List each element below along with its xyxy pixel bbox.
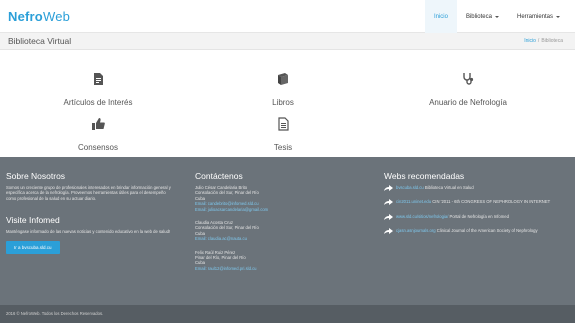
copyright-bar: 2016 © NefroWeb. Todos los Derechos Rese… — [0, 305, 575, 323]
about-section: Sobre Nosotros Somos un creciente grupo … — [6, 171, 176, 254]
resource-tesis[interactable]: Tesis — [193, 117, 373, 152]
web-link-text: CIN '2011 - 6th CONGRESS OF NEPHROLOGY I… — [432, 199, 551, 205]
brand-part-2: Web — [42, 9, 71, 24]
resource-label: Tesis — [273, 143, 293, 152]
nav-item-label: Biblioteca — [465, 13, 492, 20]
web-link-text: Clinical Journal of the American Society… — [436, 228, 538, 234]
resource-libros[interactable]: Libros — [193, 72, 373, 107]
recommended-webs-section: Webs recomendadas bvscuba.sld.cu Bibliot… — [384, 171, 564, 243]
book-icon — [278, 73, 288, 85]
brand-part-1: Nefro — [8, 9, 43, 24]
about-heading: Sobre Nosotros — [6, 171, 66, 181]
resource-grid: Artículos de Interés Libros Anuario de N… — [0, 60, 575, 155]
file-text-icon — [278, 117, 289, 131]
contact-person: Julio César Candelaria Brito Consolación… — [195, 185, 365, 212]
web-link-url[interactable]: www.sld.cu/sitios/nefrologia/ — [396, 214, 448, 219]
page-title-bar: Biblioteca Virtual Inicio / Biblioteca — [0, 33, 575, 50]
web-link-url[interactable]: cin2011.uninet.edu — [396, 199, 431, 204]
webs-heading: Webs recomendadas — [384, 171, 465, 181]
chevron-down-icon — [494, 15, 499, 18]
main-nav: Inicio Biblioteca Herramientas — [424, 0, 569, 33]
visit-text: Manténgase informado de las nuevas notic… — [6, 229, 171, 235]
share-icon — [384, 228, 393, 235]
web-link-text: Portal de Nefrología en Infomed — [449, 213, 509, 219]
nav-item-label: Inicio — [433, 13, 448, 20]
resource-label: Consensos — [77, 143, 119, 152]
nav-item-biblioteca[interactable]: Biblioteca — [457, 0, 508, 33]
web-link-item[interactable]: www.sld.cu/sitios/nefrologia/ Portal de … — [384, 213, 564, 220]
breadcrumb-separator: / — [537, 38, 540, 44]
thumbs-up-icon — [92, 118, 105, 130]
web-link-item[interactable]: cin2011.uninet.edu CIN '2011 - 6th CONGR… — [384, 199, 564, 206]
top-navbar: NefroWeb Inicio Biblioteca Herramientas — [0, 0, 575, 33]
web-link-item[interactable]: cjasn.asnjournals.org Clinical Journal o… — [384, 228, 564, 235]
resource-articulos[interactable]: Artículos de Interés — [8, 72, 188, 107]
web-link-url[interactable]: bvscuba.sld.cu — [396, 185, 424, 190]
contact-heading: Contáctenos — [195, 171, 243, 181]
resource-consensos[interactable]: Consensos — [8, 117, 188, 152]
share-icon — [384, 185, 393, 191]
chevron-down-icon — [556, 15, 560, 18]
nav-item-herramientas[interactable]: Herramientas — [508, 0, 569, 33]
nav-item-label: Herramientas — [516, 13, 553, 20]
contact-email-link[interactable]: Email: raul12@infomed.pri.sld.cu — [195, 266, 365, 271]
site-footer: Sobre Nosotros Somos un creciente grupo … — [0, 157, 575, 305]
resource-anuario[interactable]: Anuario de Nefrología — [378, 72, 558, 107]
resource-label: Artículos de Interés — [63, 98, 133, 107]
resource-label: Anuario de Nefrología — [429, 98, 507, 107]
visit-heading: Visite Infomed — [6, 215, 60, 226]
contact-email-link[interactable]: Email: julioacsarcandelaria@gmail.com — [195, 207, 365, 212]
contact-email-link[interactable]: Email: claudia.ac@nauta.cu — [195, 236, 365, 241]
breadcrumb-home-link[interactable]: Inicio — [524, 38, 536, 44]
contact-person: Felix Raúl Ruiz Pérez Pinar del Río, Pin… — [195, 250, 365, 272]
contact-section: Contáctenos Julio César Candelaria Brito… — [195, 171, 365, 279]
page-title: Biblioteca Virtual — [8, 36, 72, 46]
nav-item-inicio[interactable]: Inicio — [424, 0, 457, 33]
web-link-item[interactable]: bvscuba.sld.cu Biblioteca Virtual en Sal… — [384, 185, 564, 191]
web-link-url[interactable]: cjasn.asnjournals.org — [396, 228, 436, 233]
about-text: Somos un creciente grupo de profesionale… — [6, 185, 171, 201]
share-icon — [384, 199, 393, 206]
resource-label: Libros — [272, 98, 294, 107]
copyright-text: 2016 © NefroWeb. Todos los Derechos Rese… — [6, 311, 104, 316]
breadcrumb-current: Biblioteca — [541, 38, 563, 44]
contact-person: Claudia Acosta Cruz Consolación del Sur,… — [195, 220, 365, 242]
brand-logo[interactable]: NefroWeb — [8, 9, 70, 24]
stethoscope-icon — [463, 73, 474, 85]
visit-infomed-button[interactable]: Ir a bvscuba.sld.cu — [6, 240, 60, 254]
breadcrumb: Inicio / Biblioteca — [524, 38, 563, 44]
visit-section: Visite Infomed Manténgase informado de l… — [6, 215, 176, 254]
document-icon — [94, 73, 103, 85]
share-icon — [384, 213, 393, 220]
web-link-text: Biblioteca Virtual en Salud — [424, 185, 474, 190]
